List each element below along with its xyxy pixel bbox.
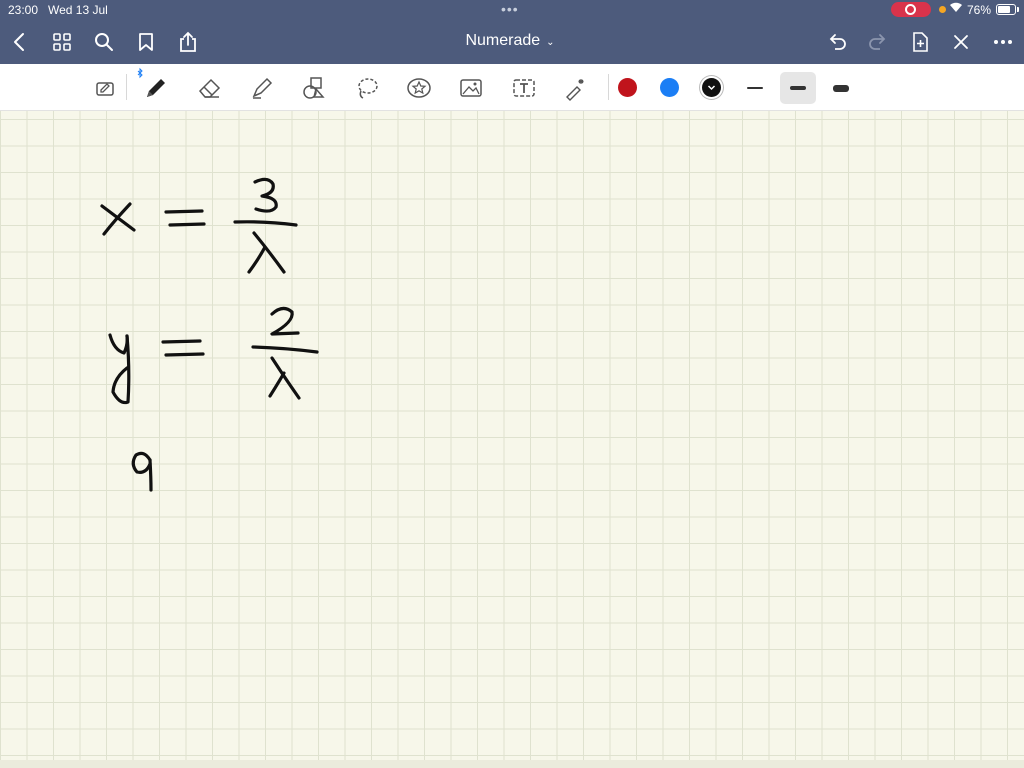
ink-letter-y: [108, 333, 129, 355]
page-bottom-edge: [0, 760, 1024, 768]
ink-lambda: [268, 371, 286, 398]
ink-equals-sign: [164, 352, 205, 357]
ink-lambda: [247, 245, 267, 274]
ink-fraction-bar: [233, 220, 298, 227]
ink-lambda: [252, 231, 286, 274]
ink-digit-3: [253, 177, 278, 213]
ink-digit-2: [270, 306, 300, 336]
ink-equals-sign: [168, 222, 206, 227]
handwritten-ink-layer: [100, 177, 319, 492]
ink-equals-sign: [164, 209, 204, 214]
ink-digit-9: [131, 451, 152, 474]
ink-lambda: [270, 356, 301, 400]
ink-digit-9: [148, 458, 153, 492]
ink-equals-sign: [161, 339, 202, 344]
ink-fraction-bar: [251, 345, 319, 354]
